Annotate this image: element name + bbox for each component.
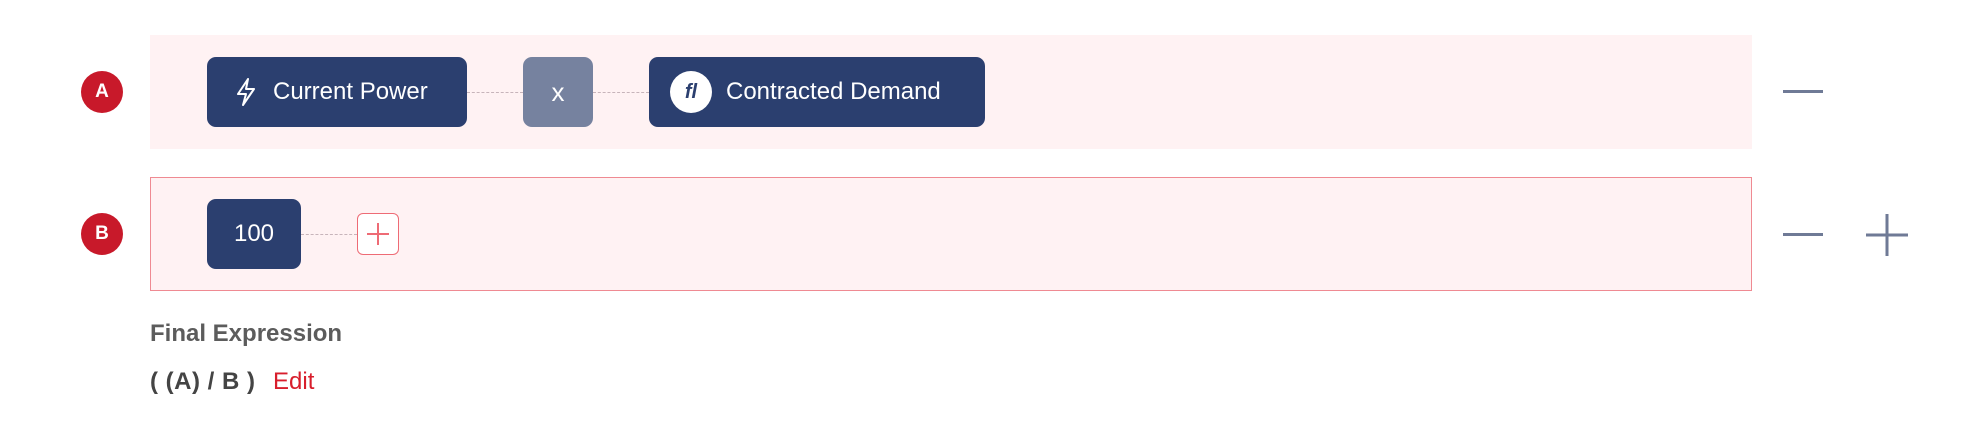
- term-value: 100: [233, 220, 275, 247]
- remove-row-b-button[interactable]: [1779, 211, 1827, 259]
- final-expression-title: Final Expression: [150, 320, 343, 347]
- term-label: Current Power: [273, 78, 428, 105]
- edit-expression-link[interactable]: Edit: [273, 368, 314, 396]
- function-icon: fl: [670, 71, 712, 113]
- connector-line: [301, 234, 357, 235]
- minus-icon: [1783, 90, 1823, 93]
- operator-chip[interactable]: x: [523, 57, 593, 127]
- lightning-icon: [235, 77, 257, 107]
- minus-icon: [1783, 233, 1823, 236]
- term-chip-contracted-demand[interactable]: fl Contracted Demand: [649, 57, 985, 127]
- row-label-a: A: [81, 71, 123, 113]
- connector-line: [593, 92, 649, 93]
- term-chip-current-power[interactable]: Current Power: [207, 57, 467, 127]
- term-label: Contracted Demand: [726, 78, 941, 105]
- row-label-b: B: [81, 213, 123, 255]
- expression-row-a[interactable]: Current Power x fl Contracted Demand: [150, 35, 1752, 149]
- final-expression-value: ( (A) / B ): [150, 368, 256, 395]
- connector-line: [467, 92, 523, 93]
- plus-icon: [367, 223, 389, 245]
- remove-row-a-button[interactable]: [1779, 68, 1827, 116]
- add-term-button[interactable]: [357, 213, 399, 255]
- plus-icon: [1866, 214, 1908, 256]
- expression-row-b[interactable]: 100: [150, 177, 1752, 291]
- term-chip-value[interactable]: 100: [207, 199, 301, 269]
- add-row-button[interactable]: [1863, 211, 1911, 259]
